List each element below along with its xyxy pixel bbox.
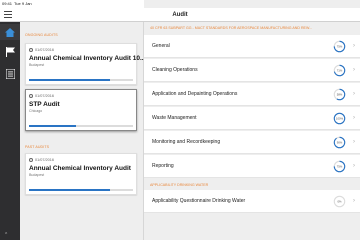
chevron-right-icon: ›	[353, 91, 355, 97]
progress-ring-svg: 71%	[333, 64, 346, 77]
status-time: 09:41	[2, 1, 13, 6]
row-label: Application and Depainting Operations	[152, 91, 238, 97]
checklist-row[interactable]: Waste Management 100% ›	[144, 107, 360, 130]
progress-ring-svg: 100%	[333, 112, 346, 125]
status-date: Tue 9 Jan	[14, 1, 32, 6]
clock-icon	[29, 48, 33, 52]
progress-ring-label: 100%	[336, 117, 344, 121]
card-title: Annual Chemical Inventory Audit	[29, 165, 131, 172]
row-label: Applicability Questionnaire Drinking Wat…	[152, 198, 246, 204]
progress-ring: 75%	[333, 40, 346, 53]
card-date: 01/07/2016	[29, 158, 54, 162]
rail-collapse-icon[interactable]: ⌃	[4, 232, 8, 238]
progress-ring-label: 90%	[337, 141, 343, 145]
clock-icon	[29, 94, 33, 98]
card-progress-fill	[29, 125, 76, 127]
card-progress	[29, 79, 133, 81]
audit-card[interactable]: 01/07/2016 Annual Chemical Inventory Aud…	[25, 43, 145, 85]
card-location: Budapest	[29, 173, 45, 177]
progress-ring-svg: 75%	[333, 160, 346, 173]
progress-ring-label: 71%	[337, 69, 343, 73]
row-label: Monitoring and Recordkeeping	[152, 139, 221, 145]
past-audits-title: PAST AUDITS	[25, 145, 50, 149]
audit-card[interactable]: 01/07/2016 STP Audit Chicago	[25, 89, 137, 131]
page-title: Audit	[172, 12, 188, 18]
rail-home[interactable]	[0, 24, 20, 40]
progress-ring: 0%	[333, 195, 346, 208]
row-label: General	[152, 43, 170, 49]
checklist-row[interactable]: General 75% ›	[144, 35, 360, 58]
status-bar: 09:41 Tue 9 Jan ✱	[0, 0, 360, 218]
ongoing-audits-title: ONGOING AUDITS	[25, 33, 58, 37]
progress-ring-label: 58%	[337, 93, 343, 97]
list-icon	[5, 69, 15, 79]
card-title: Annual Chemical Inventory Audit 10...	[29, 55, 146, 62]
progress-ring: 90%	[333, 136, 346, 149]
progress-ring-label: 75%	[337, 165, 343, 169]
progress-ring-label: 0%	[337, 200, 342, 204]
chevron-right-icon: ›	[353, 163, 355, 169]
progress-ring: 100%	[333, 112, 346, 125]
card-title: STP Audit	[29, 101, 60, 108]
chevron-right-icon: ›	[353, 198, 355, 204]
row-label: Waste Management	[152, 115, 197, 121]
row-label: Reporting	[152, 163, 174, 169]
card-progress	[29, 189, 133, 191]
chevron-right-icon: ›	[353, 67, 355, 73]
card-date-text: 01/07/2016	[35, 158, 55, 162]
home-icon	[5, 27, 15, 37]
flag-icon	[5, 47, 15, 57]
chevron-right-icon: ›	[353, 115, 355, 121]
card-location: Chicago	[29, 109, 43, 113]
progress-ring: 75%	[333, 160, 346, 173]
card-progress-fill	[29, 79, 111, 81]
rail-list[interactable]	[0, 66, 20, 82]
checklist-row[interactable]: Application and Depainting Operations 58…	[144, 83, 360, 106]
progress-ring-svg: 58%	[333, 88, 346, 101]
side-rail: ⌃	[0, 22, 20, 240]
nav-bar: Audit	[0, 8, 360, 22]
card-date: 01/07/2016	[29, 48, 54, 52]
progress-ring-label: 75%	[337, 45, 343, 49]
audit-card[interactable]: 01/07/2016 Annual Chemical Inventory Aud…	[25, 153, 137, 195]
checklist-row[interactable]: Monitoring and Recordkeeping 90% ›	[144, 131, 360, 154]
checklist-row[interactable]: Applicability Questionnaire Drinking Wat…	[144, 190, 360, 213]
checklist-row[interactable]: Reporting 75% ›	[144, 155, 360, 178]
app-root: 09:41 Tue 9 Jan ✱ Audit	[0, 0, 360, 240]
card-location: Budapest	[29, 63, 45, 67]
card-date-text: 01/07/2016	[35, 48, 55, 52]
progress-ring: 71%	[333, 64, 346, 77]
section-header: 40 CFR 63 SUBPART GG - MACT STANDARDS FO…	[150, 26, 313, 30]
card-progress	[29, 125, 133, 127]
chevron-right-icon: ›	[353, 139, 355, 145]
clock-icon	[29, 158, 33, 162]
progress-ring: 58%	[333, 88, 346, 101]
checklist-panel: 40 CFR 63 SUBPART GG - MACT STANDARDS FO…	[144, 22, 360, 240]
audit-list-panel: ONGOING AUDITS 01/07/2016 Annual Chemica…	[20, 22, 145, 240]
progress-ring-svg: 90%	[333, 136, 346, 149]
progress-ring-svg: 75%	[333, 40, 346, 53]
rail-flag[interactable]	[0, 44, 20, 60]
section-header: APPLICABILITY DRINKING WATER	[150, 183, 209, 187]
card-date-text: 01/07/2016	[35, 94, 55, 98]
card-date: 01/07/2016	[29, 94, 54, 98]
progress-ring-svg: 0%	[333, 195, 346, 208]
checklist-row[interactable]: Cleaning Operations 71% ›	[144, 59, 360, 82]
card-progress-fill	[29, 189, 111, 191]
chevron-right-icon: ›	[353, 43, 355, 49]
row-label: Cleaning Operations	[152, 67, 198, 73]
